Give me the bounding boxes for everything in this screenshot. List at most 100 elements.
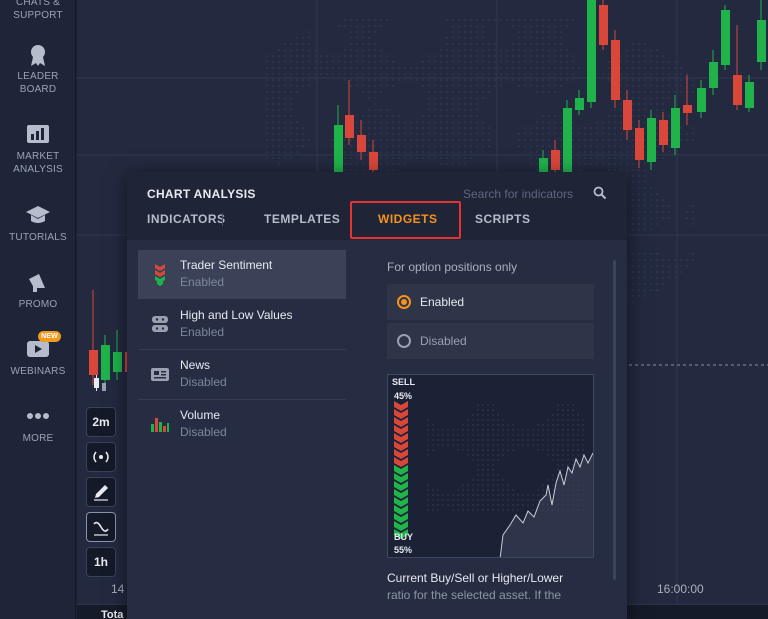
- radio-dot: [397, 334, 411, 348]
- widget-description-title: Current Buy/Sell or Higher/Lower: [387, 571, 564, 585]
- preview-sell-pct: 45%: [394, 391, 413, 401]
- candle-body: [599, 5, 608, 45]
- tab-templates[interactable]: TEMPLATES: [264, 212, 340, 226]
- widget-item-trader-sentiment[interactable]: Trader Sentiment Enabled: [138, 250, 346, 299]
- live-signal-button[interactable]: [86, 442, 116, 472]
- graduation-cap-icon: [25, 203, 51, 227]
- radio-label: Disabled: [420, 334, 467, 348]
- tab-indicators[interactable]: INDICATORS: [147, 212, 226, 226]
- sidebar-item-market-analysis[interactable]: MARKET ANALYSIS: [0, 122, 76, 176]
- high-low-icon: [150, 312, 170, 336]
- widget-item-news[interactable]: News Disabled: [138, 350, 346, 399]
- radio-label: Enabled: [420, 295, 465, 309]
- sidebar-item-label: SUPPORT: [13, 10, 63, 21]
- candle-body: [551, 150, 560, 170]
- megaphone-icon: [25, 270, 51, 294]
- candle-body: [757, 20, 766, 62]
- time-axis-label: 14: [111, 582, 125, 596]
- sidebar-item-label: LEADER: [17, 71, 59, 82]
- sidebar-item-label: MORE: [22, 433, 54, 444]
- bar-chart-icon: [25, 122, 51, 146]
- widget-item-volume[interactable]: Volume Disabled: [138, 400, 346, 449]
- candles-icon: [94, 375, 106, 391]
- sidebar-item-webinars[interactable]: NEW WEBINARS: [0, 331, 76, 378]
- sidebar-item-label: MARKET: [16, 151, 60, 162]
- indicators-button[interactable]: [86, 512, 116, 542]
- candle-body: [113, 352, 122, 372]
- candle-body: [647, 118, 656, 162]
- widget-description: ratio for the selected asset. If the: [387, 588, 562, 602]
- radio-enabled[interactable]: Enabled: [387, 284, 594, 320]
- news-icon: [150, 362, 170, 386]
- radio-disabled[interactable]: Disabled: [387, 323, 594, 359]
- indicator-wave-icon: [93, 521, 109, 536]
- bottom-bar-label: Tota: [101, 609, 124, 619]
- tab-highlight-box: [350, 201, 461, 239]
- candle-body: [733, 75, 742, 105]
- sidebar-item-tutorials[interactable]: TUTORIALS: [0, 203, 76, 244]
- draw-tool-button[interactable]: [86, 477, 116, 507]
- widget-status: Enabled: [180, 325, 225, 339]
- preview-sell-label: SELL: [392, 377, 416, 387]
- play-icon: NEW: [25, 331, 61, 361]
- widget-status: Disabled: [180, 425, 227, 439]
- sidebar-item-label: ANALYSIS: [13, 164, 63, 175]
- preview-buy-label: BUY: [394, 532, 414, 542]
- sidebar-item-label: TUTORIALS: [9, 232, 67, 243]
- candle-body: [587, 0, 596, 102]
- preview-graphic: [394, 401, 593, 557]
- candle-body: [611, 40, 620, 100]
- candle-body: [659, 120, 668, 145]
- candle-body: [697, 88, 706, 112]
- candle-body: [671, 108, 680, 148]
- volume-icon: [150, 412, 170, 436]
- widget-title: Volume: [180, 408, 221, 422]
- candle-body: [563, 108, 572, 172]
- candle-body: [334, 125, 343, 175]
- candle-type-button[interactable]: [86, 372, 116, 402]
- tab-scripts[interactable]: SCRIPTS: [475, 212, 531, 226]
- sidebar-item-label: PROMO: [18, 299, 58, 310]
- chart-analysis-panel: CHART ANALYSIS INDICATORS TEMPLATES WIDG…: [127, 172, 627, 619]
- app-root: CHATS & SUPPORT LEADER BOARD MARKET ANAL…: [0, 0, 768, 619]
- sentiment-sell-chevron: [394, 401, 408, 411]
- widget-title: High and Low Values: [180, 308, 293, 322]
- candle-body: [709, 62, 718, 88]
- sidebar-item-promo[interactable]: PROMO: [0, 270, 76, 311]
- widget-item-high-low[interactable]: High and Low Values Enabled: [138, 300, 346, 349]
- candle-body: [623, 100, 632, 130]
- left-sidebar: CHATS & SUPPORT LEADER BOARD MARKET ANAL…: [0, 0, 76, 619]
- tab-separator: [222, 213, 223, 226]
- widget-title: News: [180, 358, 211, 372]
- panel-title: CHART ANALYSIS: [147, 187, 256, 201]
- sidebar-item-leader-board[interactable]: LEADER BOARD: [0, 42, 76, 96]
- time-axis-label: 16:00:00: [657, 582, 704, 596]
- panel-header: CHART ANALYSIS INDICATORS TEMPLATES WIDG…: [127, 172, 627, 240]
- expiry-button[interactable]: 1h: [86, 547, 116, 577]
- candle-body: [369, 152, 378, 170]
- preview-area: [500, 453, 593, 557]
- trader-sentiment-icon: [150, 262, 170, 286]
- new-badge: NEW: [38, 331, 61, 342]
- widget-title: Trader Sentiment: [180, 258, 273, 272]
- candle-body: [683, 105, 692, 113]
- sidebar-item-chats-support[interactable]: CHATS & SUPPORT: [0, 0, 76, 22]
- radio-dot-checked: [397, 295, 411, 309]
- sidebar-item-label: BOARD: [19, 84, 57, 95]
- detail-scrollbar[interactable]: [613, 260, 616, 580]
- candle-body: [721, 10, 730, 65]
- candle-body: [635, 128, 644, 160]
- indicator-search-input[interactable]: [463, 186, 609, 202]
- sentiment-preview: SELL 45% BUY 55%: [387, 374, 594, 558]
- search-icon[interactable]: [593, 186, 607, 200]
- sidebar-item-label: CHATS &: [16, 0, 60, 8]
- broadcast-icon: [93, 451, 109, 463]
- widget-status: Enabled: [180, 275, 225, 289]
- medal-icon: [25, 42, 51, 66]
- sidebar-item-more[interactable]: MORE: [0, 404, 76, 445]
- timeframe-button[interactable]: 2m: [86, 407, 116, 437]
- more-dots-icon: [25, 404, 51, 428]
- pencil-icon: [94, 485, 108, 501]
- candle-body: [357, 135, 366, 152]
- sidebar-item-label: WEBINARS: [10, 366, 66, 377]
